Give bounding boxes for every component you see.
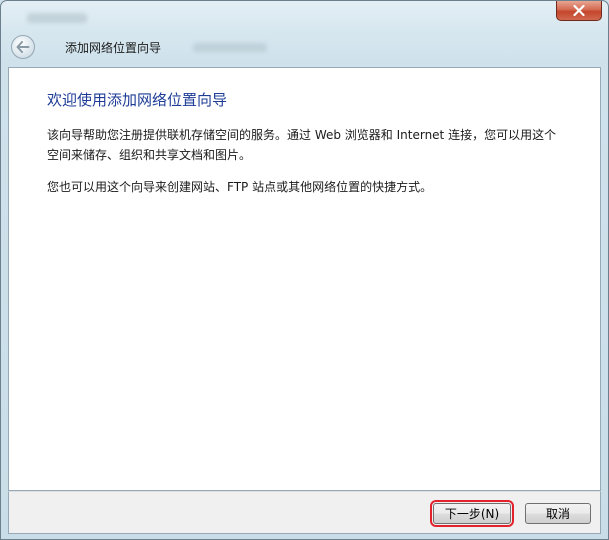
background-text-artifact bbox=[193, 43, 267, 52]
close-icon bbox=[573, 5, 585, 16]
shortcut-paragraph: 您也可以用这个向导来创建网站、FTP 站点或其他网络位置的快捷方式。 bbox=[47, 180, 433, 194]
page-heading: 欢迎使用添加网络位置向导 bbox=[47, 91, 228, 109]
close-button[interactable] bbox=[556, 1, 602, 21]
next-button[interactable]: 下一步(N) bbox=[430, 500, 514, 527]
wizard-title: 添加网络位置向导 bbox=[65, 41, 162, 55]
cancel-button[interactable]: 取消 bbox=[525, 503, 591, 524]
wizard-footer: 下一步(N) 取消 bbox=[8, 491, 601, 534]
wizard-window: 添加网络位置向导 欢迎使用添加网络位置向导 该向导帮助您注册提供联机存储空间的服… bbox=[0, 0, 609, 540]
intro-paragraph: 该向导帮助您注册提供联机存储空间的服务。通过 Web 浏览器和 Internet… bbox=[47, 128, 557, 162]
wizard-content-panel: 欢迎使用添加网络位置向导 该向导帮助您注册提供联机存储空间的服务。通过 Web … bbox=[8, 67, 601, 491]
back-button[interactable] bbox=[11, 35, 35, 59]
back-arrow-icon bbox=[16, 41, 30, 53]
background-title-artifact bbox=[27, 13, 87, 23]
